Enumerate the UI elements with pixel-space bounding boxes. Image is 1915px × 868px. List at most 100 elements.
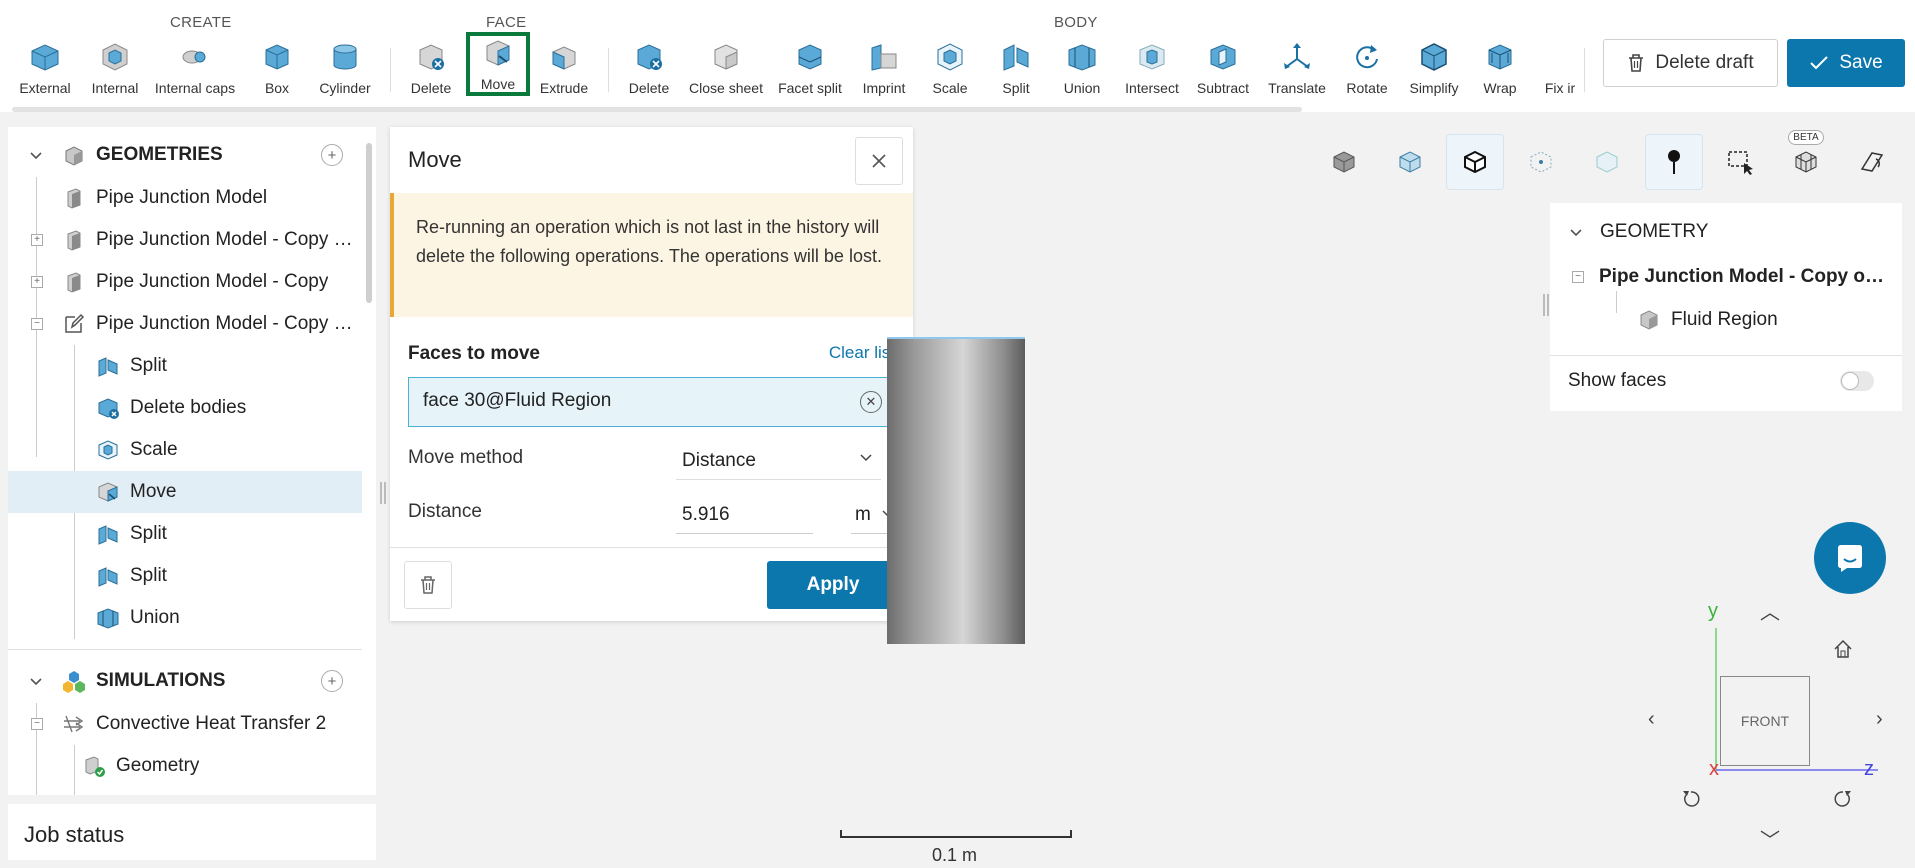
- home-view-icon[interactable]: [1832, 638, 1854, 660]
- points-cube-icon: [1530, 151, 1552, 173]
- ghost-view-button[interactable]: [1578, 134, 1636, 190]
- save-button[interactable]: Save: [1787, 39, 1905, 87]
- face-move-icon: [98, 482, 118, 502]
- tool-fix-intersections[interactable]: Fix ir: [1530, 40, 1590, 96]
- geometry-icon: [67, 230, 81, 251]
- rotate-cw-icon[interactable]: [1832, 788, 1854, 810]
- geometry-panel: GEOMETRY − Pipe Junction Model - Copy of…: [1550, 203, 1902, 411]
- transparent-view-button[interactable]: [1381, 134, 1439, 190]
- box-select-button[interactable]: [1711, 134, 1769, 190]
- tree-item-sim-geometry[interactable]: Geometry: [8, 745, 362, 787]
- points-view-button[interactable]: [1512, 134, 1570, 190]
- rotate-left-icon[interactable]: ‹: [1648, 708, 1655, 731]
- tree-op-split[interactable]: Split: [8, 555, 362, 597]
- faces-to-move-label: Faces to move: [408, 343, 540, 364]
- remove-face-icon[interactable]: ✕: [860, 391, 882, 413]
- geometry-panel-region[interactable]: Fluid Region: [1671, 309, 1778, 331]
- chevron-down-icon[interactable]: [1568, 225, 1584, 241]
- collapse-icon[interactable]: −: [31, 718, 43, 730]
- tool-face-extrude[interactable]: Extrude: [519, 40, 609, 96]
- model-cylinder[interactable]: [887, 338, 1025, 644]
- faces-selection-field[interactable]: face 30@Fluid Region ✕: [408, 377, 895, 427]
- add-geometry-button[interactable]: +: [321, 144, 343, 166]
- beta-feature-button[interactable]: BETA: [1777, 130, 1835, 190]
- move-operation-panel: Move Re-running an operation which is no…: [390, 127, 913, 621]
- tree-op-union[interactable]: Union: [8, 597, 362, 639]
- transparent-cube-icon: [1399, 151, 1421, 173]
- selected-face-highlight[interactable]: [887, 337, 1025, 339]
- collapse-icon[interactable]: −: [31, 318, 43, 330]
- tree-resize-handle[interactable]: [380, 482, 386, 504]
- tree-op-move[interactable]: Move: [8, 471, 362, 513]
- geometries-section-header[interactable]: GEOMETRIES +: [8, 134, 362, 176]
- body-delete-icon: [637, 44, 662, 70]
- move-method-label: Move method: [408, 447, 524, 468]
- axis-y-label: y: [1708, 600, 1718, 622]
- close-panel-button[interactable]: [855, 137, 903, 185]
- ghost-cube-icon: [1596, 151, 1618, 173]
- simulations-section-header[interactable]: SIMULATIONS +: [8, 660, 362, 702]
- solid-view-button[interactable]: [1315, 134, 1373, 190]
- chat-support-button[interactable]: [1814, 522, 1886, 594]
- tree-item-geometry[interactable]: + Pipe Junction Model - Copy of Fluid Re…: [8, 219, 362, 261]
- apply-button[interactable]: Apply: [767, 561, 899, 609]
- split-icon: [98, 567, 118, 587]
- rotate-right-icon[interactable]: ›: [1876, 708, 1883, 731]
- tool-internal[interactable]: Internal: [70, 40, 160, 96]
- geometry-check-icon: [85, 756, 105, 777]
- tree-item-geometry-draft[interactable]: − Pipe Junction Model - Copy of Fluid Re…: [8, 303, 362, 345]
- job-status-header[interactable]: Job status: [8, 804, 376, 860]
- rotate-up-icon[interactable]: ︿: [1760, 596, 1780, 625]
- solid-cube-icon: [1333, 151, 1355, 173]
- tree-op-split[interactable]: Split: [8, 345, 362, 387]
- geometry-panel-model[interactable]: Pipe Junction Model - Copy of Fluid Regi…: [1599, 266, 1889, 288]
- face-delete-icon: [419, 44, 444, 70]
- point-pick-button[interactable]: [1645, 134, 1703, 190]
- add-simulation-button[interactable]: +: [321, 670, 343, 692]
- tree-item-simulation[interactable]: − Convective Heat Transfer 2: [8, 703, 362, 745]
- toolbar-scrollbar[interactable]: [12, 107, 1302, 112]
- rotate-ccw-icon[interactable]: [1680, 788, 1702, 810]
- box-icon: [265, 44, 289, 70]
- clear-list-link[interactable]: Clear list: [829, 343, 895, 363]
- expand-icon[interactable]: +: [31, 276, 43, 288]
- tool-cylinder[interactable]: Cylinder: [300, 40, 390, 96]
- scale-bar: [840, 830, 1072, 838]
- mesh-cube-icon: [1795, 151, 1817, 173]
- chat-icon: [1838, 545, 1862, 572]
- collapse-icon[interactable]: −: [1572, 271, 1584, 283]
- wireframe-edges-button[interactable]: [1446, 134, 1504, 190]
- distance-input[interactable]: 5.916: [676, 490, 813, 534]
- body-icon: [1640, 310, 1658, 330]
- move-method-select[interactable]: Distance: [676, 436, 881, 480]
- delete-draft-button[interactable]: Delete draft: [1603, 39, 1778, 87]
- show-faces-toggle[interactable]: [1840, 371, 1874, 391]
- external-icon: [31, 44, 59, 71]
- tool-close-sheet[interactable]: Close sheet: [681, 40, 771, 96]
- tool-face-delete[interactable]: Delete: [386, 40, 476, 96]
- union-icon: [97, 608, 119, 629]
- tree-line: [1616, 291, 1617, 313]
- geometry-panel-title: GEOMETRY: [1600, 221, 1709, 242]
- tree-item-geometry[interactable]: Pipe Junction Model: [8, 177, 362, 219]
- delete-operation-button[interactable]: [404, 561, 452, 609]
- tree-item-geometry[interactable]: + Pipe Junction Model - Copy: [8, 261, 362, 303]
- subtract-icon: [1210, 44, 1236, 70]
- edges-cube-icon: [1464, 150, 1486, 174]
- tree-scrollbar[interactable]: [366, 143, 372, 303]
- beta-badge: BETA: [1788, 130, 1824, 145]
- view-cube-front[interactable]: FRONT: [1720, 676, 1810, 766]
- internal-caps-icon: [182, 50, 206, 64]
- right-panel-resize-handle[interactable]: [1543, 294, 1549, 316]
- scale-icon: [937, 43, 963, 71]
- tree-op-scale[interactable]: Scale: [8, 429, 362, 471]
- box-select-icon: [1728, 151, 1753, 175]
- tree-op-split[interactable]: Split: [8, 513, 362, 555]
- section-view-button[interactable]: [1843, 134, 1901, 190]
- tool-internal-caps[interactable]: Internal caps: [150, 40, 240, 96]
- expand-icon[interactable]: +: [31, 234, 43, 246]
- simplify-icon: [1421, 43, 1447, 71]
- distance-label: Distance: [408, 501, 482, 522]
- rotate-down-icon[interactable]: ﹀: [1760, 824, 1780, 853]
- tree-op-delete-bodies[interactable]: Delete bodies: [8, 387, 362, 429]
